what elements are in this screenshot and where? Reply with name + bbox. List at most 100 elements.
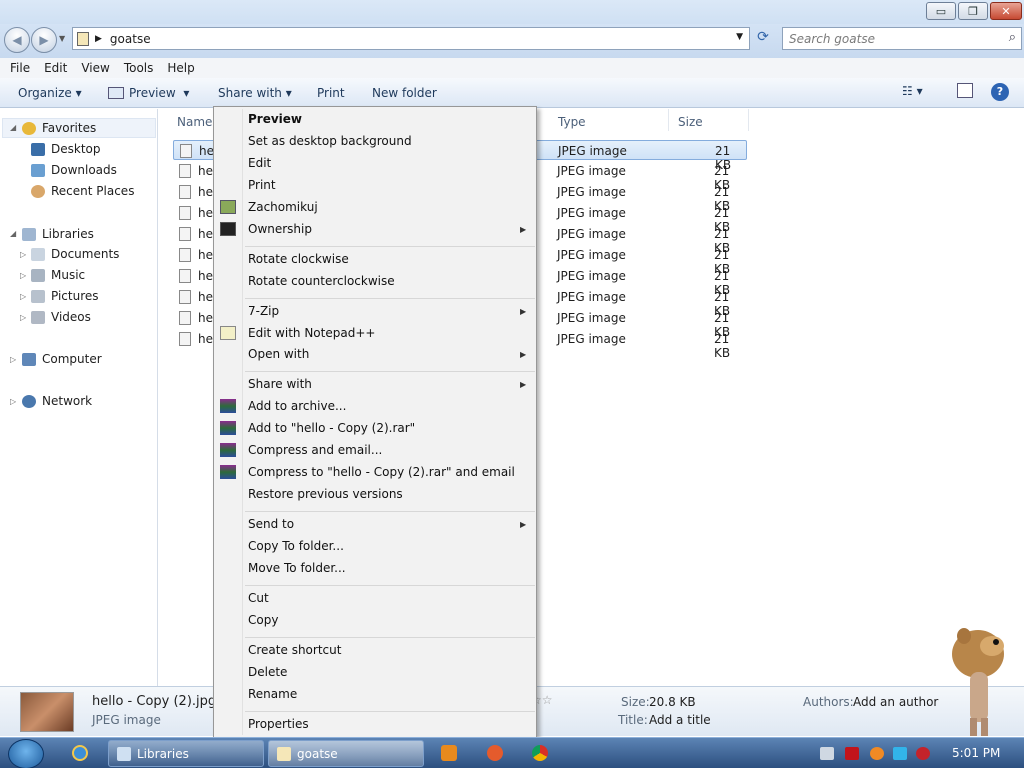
expand-pictures-icon[interactable]: ▷ <box>20 292 26 301</box>
expand-documents-icon[interactable]: ▷ <box>20 250 26 259</box>
menu-compress-and-email[interactable]: Compress and email... <box>248 443 382 457</box>
breadcrumb-current[interactable]: goatse <box>110 32 151 46</box>
nav-libraries[interactable]: Libraries <box>22 227 94 241</box>
winrar-icon <box>220 443 236 457</box>
recent-pages-dropdown[interactable]: ▼ <box>59 34 65 43</box>
menu-copy[interactable]: Copy <box>248 613 278 627</box>
clock[interactable]: 5:01 PM <box>952 746 1000 760</box>
title-field[interactable]: Add a title <box>649 713 711 727</box>
menu-rotate-counterclockwise[interactable]: Rotate counterclockwise <box>248 274 395 288</box>
jpeg-file-icon <box>180 144 192 158</box>
menu-preview[interactable]: Preview <box>248 112 302 126</box>
view-options-button[interactable]: ☷ ▾ <box>902 84 923 98</box>
tray-icon[interactable] <box>820 747 834 760</box>
downloads-icon <box>31 163 45 177</box>
column-size[interactable]: Size <box>678 115 703 129</box>
back-arrow-icon: ◀ <box>12 33 22 47</box>
menu-edit[interactable]: Edit <box>248 156 271 170</box>
nav-desktop[interactable]: Desktop <box>31 142 101 156</box>
volume-icon[interactable] <box>916 747 930 760</box>
menu-copy-to-folder[interactable]: Copy To folder... <box>248 539 344 553</box>
nav-downloads[interactable]: Downloads <box>31 163 117 177</box>
menu-add-to-archive[interactable]: Add to archive... <box>248 399 346 413</box>
taskbar-libraries[interactable]: Libraries <box>108 740 264 767</box>
menu-edit-with-notepad[interactable]: Edit with Notepad++ <box>248 326 375 340</box>
menu-open-with[interactable]: Open with <box>248 347 309 361</box>
breadcrumb-chevron-icon[interactable]: ▶ <box>95 34 102 44</box>
address-bar[interactable]: ▶ goatse ▼ <box>72 27 750 50</box>
authors-field[interactable]: Add an author <box>853 695 938 709</box>
help-icon[interactable]: ? <box>991 83 1009 101</box>
menu-rotate-clockwise[interactable]: Rotate clockwise <box>248 252 349 266</box>
preview-pane-button[interactable] <box>957 83 973 98</box>
nav-videos[interactable]: Videos <box>31 310 91 324</box>
menu-7zip[interactable]: 7-Zip <box>248 304 279 318</box>
jpeg-file-icon <box>179 290 191 304</box>
expand-computer-icon[interactable]: ▷ <box>10 355 16 364</box>
search-icon[interactable]: ⌕ <box>1009 30 1016 45</box>
expand-network-icon[interactable]: ▷ <box>10 397 16 406</box>
collapse-libraries-icon[interactable]: ◢ <box>10 229 16 238</box>
expand-videos-icon[interactable]: ▷ <box>20 313 26 322</box>
nav-music[interactable]: Music <box>31 268 85 282</box>
media-player-icon[interactable] <box>441 745 457 761</box>
menu-delete[interactable]: Delete <box>248 665 287 679</box>
menu-share-with[interactable]: Share with <box>248 377 312 391</box>
print-button[interactable]: Print <box>317 86 345 100</box>
antivirus-icon[interactable] <box>845 747 859 760</box>
nav-documents[interactable]: Documents <box>31 247 119 261</box>
start-button[interactable] <box>8 739 44 768</box>
winrar-icon <box>220 399 236 413</box>
menu-rename[interactable]: Rename <box>248 687 297 701</box>
nav-favorites[interactable]: Favorites <box>22 121 96 135</box>
expand-music-icon[interactable]: ▷ <box>20 271 26 280</box>
menu-create-shortcut[interactable]: Create shortcut <box>248 643 341 657</box>
search-tray-icon[interactable] <box>870 747 884 760</box>
menu-tools[interactable]: Tools <box>124 61 154 75</box>
internet-explorer-icon[interactable] <box>72 745 88 761</box>
menu-file[interactable]: File <box>10 61 30 75</box>
refresh-button[interactable]: ⟳ <box>752 29 774 49</box>
maximize-button[interactable]: ❐ <box>958 2 988 20</box>
column-name[interactable]: Name <box>177 115 212 129</box>
menu-move-to-folder[interactable]: Move To folder... <box>248 561 346 575</box>
menu-view[interactable]: View <box>81 61 109 75</box>
nav-pictures[interactable]: Pictures <box>31 289 99 303</box>
menu-set-desktop-background[interactable]: Set as desktop background <box>248 134 412 148</box>
menu-send-to[interactable]: Send to <box>248 517 294 531</box>
menu-help[interactable]: Help <box>167 61 194 75</box>
new-folder-button[interactable]: New folder <box>372 86 437 100</box>
menu-zachomikuj[interactable]: Zachomikuj <box>248 200 318 214</box>
app-icon[interactable] <box>487 745 503 761</box>
minimize-button[interactable]: ▭ <box>926 2 956 20</box>
image-thumbnail <box>20 692 74 732</box>
recent-places-icon <box>31 184 45 198</box>
organize-button[interactable]: Organize ▾ <box>18 86 82 100</box>
nav-recent-places[interactable]: Recent Places <box>31 184 134 198</box>
search-input[interactable]: Search goatse ⌕ <box>782 27 1022 50</box>
nav-computer[interactable]: Computer <box>22 352 102 366</box>
share-with-button[interactable]: Share with ▾ <box>218 86 292 100</box>
collapse-favorites-icon[interactable]: ◢ <box>10 123 16 132</box>
menu-properties[interactable]: Properties <box>248 717 309 731</box>
forward-button[interactable]: ▶ <box>31 27 57 53</box>
menu-print[interactable]: Print <box>248 178 276 192</box>
taskbar-goatse[interactable]: goatse <box>268 740 424 767</box>
title-label: Title: <box>618 713 648 727</box>
views-icon: ☷ <box>902 84 913 98</box>
menu-compress-to-rar-and-email[interactable]: Compress to "hello - Copy (2).rar" and e… <box>248 465 515 479</box>
menu-restore-previous-versions[interactable]: Restore previous versions <box>248 487 403 501</box>
menu-edit[interactable]: Edit <box>44 61 67 75</box>
network-tray-icon[interactable] <box>893 747 907 760</box>
menu-cut[interactable]: Cut <box>248 591 269 605</box>
submenu-arrow-icon: ▶ <box>520 380 527 389</box>
preview-button[interactable]: Preview ▾ <box>108 86 189 100</box>
menu-ownership[interactable]: Ownership <box>248 222 312 236</box>
address-dropdown-icon[interactable]: ▼ <box>736 32 743 42</box>
back-button[interactable]: ◀ <box>4 27 30 53</box>
nav-network[interactable]: Network <box>22 394 92 408</box>
column-type[interactable]: Type <box>558 115 586 129</box>
close-button[interactable]: ✕ <box>990 2 1022 20</box>
chrome-icon[interactable] <box>532 745 548 761</box>
menu-add-to-rar[interactable]: Add to "hello - Copy (2).rar" <box>248 421 415 435</box>
